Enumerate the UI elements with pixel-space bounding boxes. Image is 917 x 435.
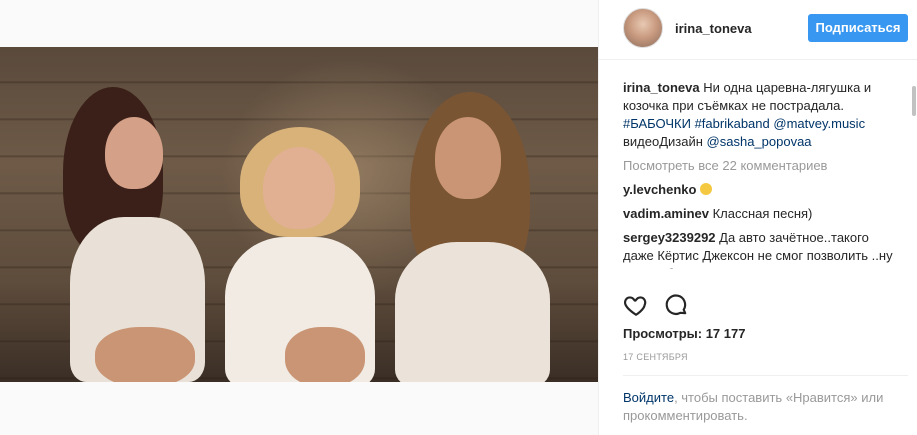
hashtag-link[interactable]: #БАБОЧКИ [623,116,691,131]
comments-scrollbar[interactable] [911,64,917,286]
video-player[interactable] [0,47,598,382]
figure-middle [215,127,385,382]
login-prompt: Войдите, чтобы поставить «Нравится» или … [623,389,893,425]
hashtag-link[interactable]: #fabrikaband [695,116,770,131]
post-date: 17 СЕНТЯБРЯ [623,352,688,362]
login-link[interactable]: Войдите [623,390,674,405]
mention-link[interactable]: @sasha_popovaa [707,134,812,149]
follow-button[interactable]: Подписаться [808,14,908,42]
list-item: y.levchenko [623,181,893,199]
comment-bubble-icon[interactable] [663,292,689,318]
media-area [0,0,598,435]
comment-text: Классная песня) [709,206,813,221]
view-all-comments-link[interactable]: Посмотреть все 22 комментариев [623,157,893,175]
figure-right [390,92,555,382]
post-header: irina_toneva Подписаться [599,0,917,60]
scrollbar-thumb[interactable] [912,86,916,116]
list-item: sergey3239292 Да авто зачётное..такого д… [623,229,893,269]
heart-icon[interactable] [623,292,649,318]
list-item: vadim.aminev Классная песня) [623,205,893,223]
caption-author-link[interactable]: irina_toneva [623,80,700,95]
post-sidebar: irina_toneva Подписаться irina_toneva Ни… [598,0,917,435]
comments-list: irina_toneva Ни одна царевна-лягушка и к… [623,79,893,275]
comment-author-link[interactable]: y.levchenko [623,182,696,197]
username-link[interactable]: irina_toneva [675,21,752,36]
figure-left [55,87,215,382]
smile-emoji-icon [700,183,713,195]
views-count: Просмотры: 17 177 [623,326,746,341]
comment-author-link[interactable]: sergey3239292 [623,230,716,245]
avatar[interactable] [623,8,663,48]
comment-author-link[interactable]: vadim.aminev [623,206,709,221]
mention-link[interactable]: @matvey.music [773,116,865,131]
divider [623,375,908,376]
caption: irina_toneva Ни одна царевна-лягушка и к… [623,79,893,151]
caption-text: видеоДизайн [623,134,707,149]
